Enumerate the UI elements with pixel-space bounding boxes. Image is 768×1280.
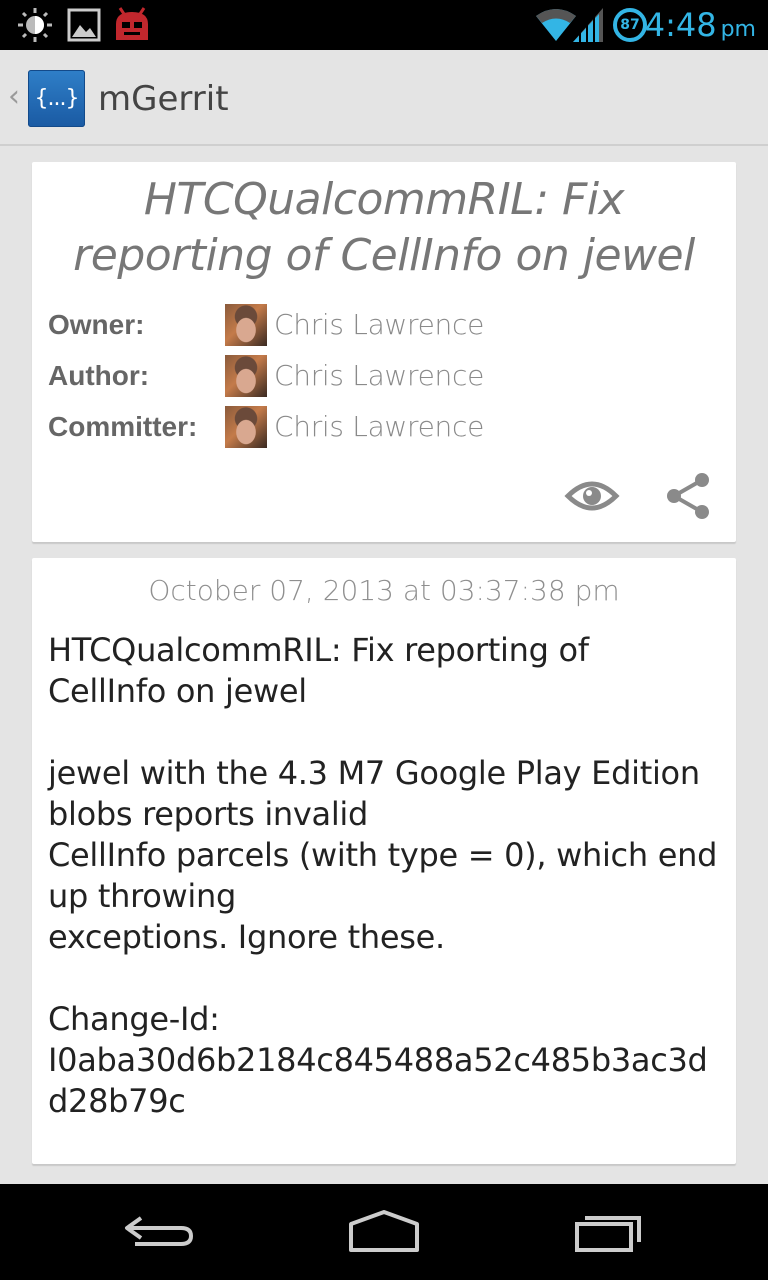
action-bar: ‹ {...} mGerrit bbox=[0, 50, 768, 146]
up-caret-icon: ‹ bbox=[8, 79, 20, 114]
commit-message-card: October 07, 2013 at 03:37:38 pm HTCQualc… bbox=[32, 558, 736, 1164]
author-name: Chris Lawrence bbox=[274, 359, 485, 392]
commit-date: October 07, 2013 at 03:37:38 pm bbox=[148, 574, 620, 607]
share-icon[interactable] bbox=[660, 468, 716, 524]
home-icon[interactable] bbox=[339, 1204, 429, 1260]
up-navigation[interactable]: ‹ {...} mGerrit bbox=[0, 50, 240, 144]
wifi-icon bbox=[536, 9, 576, 41]
status-bar: 87 4:48 pm bbox=[0, 0, 768, 50]
owner-avatar bbox=[225, 304, 267, 346]
app-logo-icon: {...} bbox=[28, 70, 85, 127]
owner-row[interactable]: Owner: Chris Lawrence bbox=[48, 304, 728, 346]
owner-name: Chris Lawrence bbox=[274, 308, 485, 341]
author-avatar bbox=[225, 355, 267, 397]
change-header-card: HTCQualcommRIL: Fix reporting of CellInf… bbox=[32, 162, 736, 542]
cell-signal-icon bbox=[573, 8, 603, 42]
author-label: Author: bbox=[48, 360, 150, 391]
navigation-bar bbox=[0, 1184, 768, 1280]
clock: 4:48 pm bbox=[645, 4, 756, 51]
owner-label: Owner: bbox=[48, 309, 145, 340]
commit-message: HTCQualcommRIL: Fix reporting of CellInf… bbox=[48, 631, 718, 1120]
cyanogenmod-android-icon bbox=[116, 7, 148, 40]
watch-icon[interactable] bbox=[564, 468, 620, 524]
brightness-icon bbox=[18, 8, 52, 42]
recents-icon[interactable] bbox=[565, 1204, 655, 1260]
change-subject: HTCQualcommRIL: Fix reporting of CellInf… bbox=[73, 174, 695, 281]
back-icon[interactable] bbox=[115, 1204, 205, 1260]
clock-ampm: pm bbox=[720, 17, 756, 42]
clock-time: 4:48 bbox=[644, 6, 717, 44]
battery-icon: 87 bbox=[612, 7, 648, 43]
battery-level: 87 bbox=[620, 17, 640, 33]
app-title: mGerrit bbox=[98, 79, 229, 119]
author-row[interactable]: Author: Chris Lawrence bbox=[48, 355, 728, 397]
committer-row[interactable]: Committer: Chris Lawrence bbox=[48, 406, 728, 448]
image-icon bbox=[67, 8, 101, 42]
committer-name: Chris Lawrence bbox=[274, 410, 485, 443]
committer-avatar bbox=[225, 406, 267, 448]
committer-label: Committer: bbox=[48, 411, 198, 442]
